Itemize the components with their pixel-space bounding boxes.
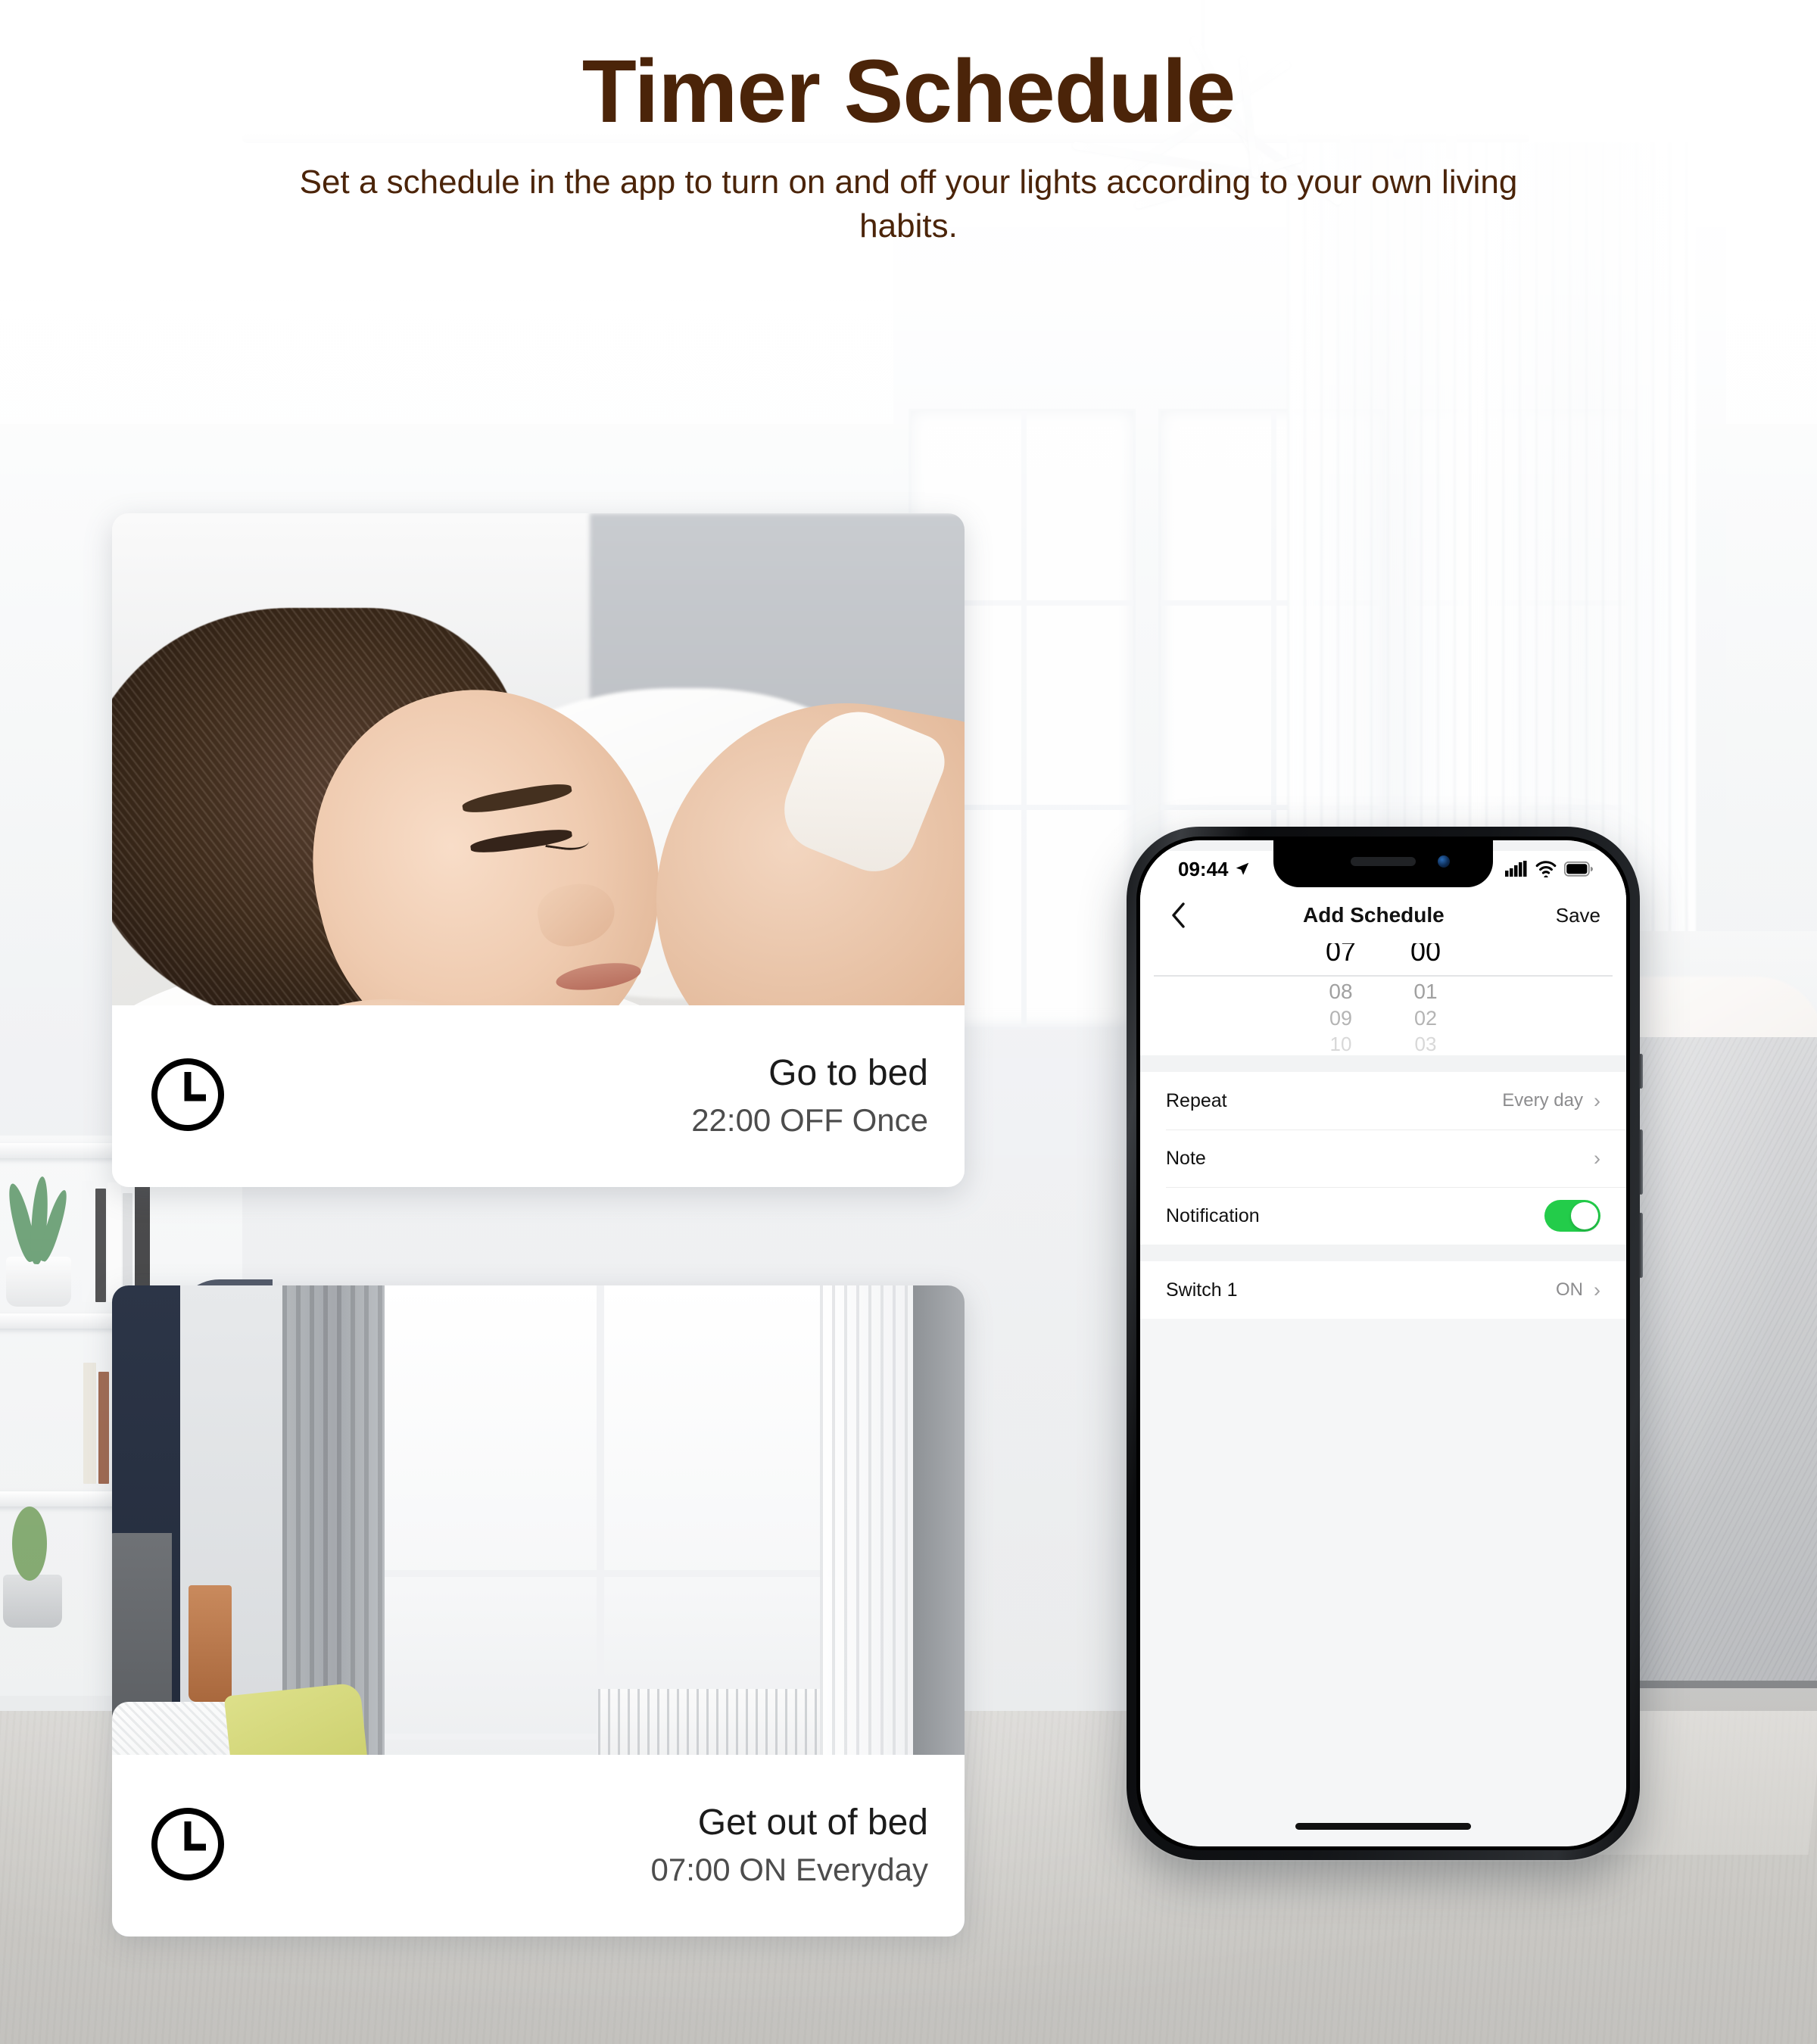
section-gap bbox=[1140, 1245, 1626, 1261]
notification-toggle[interactable] bbox=[1544, 1200, 1600, 1232]
wifi-icon bbox=[1535, 861, 1557, 877]
card-detail: 07:00 ON Everyday bbox=[650, 1851, 928, 1887]
chevron-right-icon: › bbox=[1594, 1089, 1600, 1112]
settings-group-primary: Repeat Every day › Note › Notification bbox=[1140, 1072, 1626, 1245]
phone-frame: 09:44 Add Schedule Save 07 08 09 10 00 0… bbox=[1127, 827, 1643, 1860]
status-icons bbox=[1505, 861, 1593, 877]
cellular-signal-icon bbox=[1505, 861, 1527, 877]
phone-bezel: 09:44 Add Schedule Save 07 08 09 10 00 0… bbox=[1136, 837, 1630, 1850]
toggle-knob bbox=[1571, 1202, 1598, 1229]
phone-notch bbox=[1273, 840, 1493, 887]
row-label: Notification bbox=[1166, 1204, 1260, 1226]
row-control: ON › bbox=[1556, 1279, 1600, 1301]
row-switch-1[interactable]: Switch 1 ON › bbox=[1140, 1261, 1626, 1319]
minute-option[interactable]: 01 bbox=[1383, 980, 1468, 1004]
hour-option[interactable]: 08 bbox=[1298, 980, 1383, 1004]
card-text-block: Go to bed 22:00 OFF Once bbox=[227, 1053, 928, 1139]
clock-icon bbox=[148, 1055, 227, 1138]
earpiece-speaker bbox=[1351, 857, 1416, 866]
row-control: Every day › bbox=[1502, 1090, 1600, 1111]
chevron-right-icon: › bbox=[1594, 1278, 1600, 1301]
app-navigation-bar: Add Schedule Save bbox=[1140, 887, 1626, 943]
settings-group-switch: Switch 1 ON › bbox=[1140, 1261, 1626, 1319]
page-header: Timer Schedule Set a schedule in the app… bbox=[0, 0, 1817, 248]
volume-down-button[interactable] bbox=[1639, 1213, 1643, 1278]
row-repeat[interactable]: Repeat Every day › bbox=[1140, 1072, 1626, 1129]
row-notification[interactable]: Notification bbox=[1140, 1187, 1626, 1245]
hour-option[interactable]: 10 bbox=[1298, 1033, 1383, 1056]
volume-up-button[interactable] bbox=[1639, 1129, 1643, 1195]
row-control: › bbox=[1594, 1148, 1600, 1169]
hour-option[interactable]: 09 bbox=[1298, 1007, 1383, 1030]
save-button[interactable]: Save bbox=[1556, 904, 1600, 927]
chevron-left-icon bbox=[1172, 902, 1185, 928]
back-button[interactable] bbox=[1166, 902, 1192, 928]
home-indicator[interactable] bbox=[1295, 1823, 1471, 1830]
card-text-block: Get out of bed 07:00 ON Everyday bbox=[227, 1803, 928, 1889]
battery-full-icon bbox=[1564, 862, 1593, 877]
empty-content-area bbox=[1140, 1319, 1626, 1846]
card-title: Go to bed bbox=[768, 1052, 928, 1093]
screen-title: Add Schedule bbox=[1303, 903, 1445, 927]
page-title: Timer Schedule bbox=[581, 42, 1236, 142]
clock-icon bbox=[148, 1805, 227, 1887]
row-label: Note bbox=[1166, 1147, 1206, 1169]
row-value: Every day bbox=[1502, 1090, 1583, 1111]
status-time-group: 09:44 bbox=[1178, 858, 1251, 881]
row-label: Switch 1 bbox=[1166, 1279, 1238, 1301]
status-time: 09:44 bbox=[1178, 857, 1229, 880]
minute-option[interactable]: 02 bbox=[1383, 1007, 1468, 1030]
phone-mockup: 09:44 Add Schedule Save 07 08 09 10 00 0… bbox=[1127, 827, 1643, 1860]
row-control bbox=[1544, 1200, 1600, 1232]
location-arrow-icon bbox=[1236, 862, 1248, 875]
section-gap bbox=[1140, 1055, 1626, 1072]
row-label: Repeat bbox=[1166, 1089, 1227, 1111]
card-detail: 22:00 OFF Once bbox=[691, 1101, 928, 1138]
row-note[interactable]: Note › bbox=[1140, 1129, 1626, 1187]
card-caption: Go to bed 22:00 OFF Once bbox=[112, 1005, 965, 1187]
mute-switch[interactable] bbox=[1639, 1054, 1643, 1089]
minute-option[interactable]: 03 bbox=[1383, 1033, 1468, 1056]
row-value: ON bbox=[1556, 1279, 1583, 1300]
schedule-card-go-to-bed[interactable]: Go to bed 22:00 OFF Once bbox=[112, 513, 965, 1187]
card-caption: Get out of bed 07:00 ON Everyday bbox=[112, 1755, 965, 1937]
page-subtitle: Set a schedule in the app to turn on and… bbox=[299, 163, 1518, 245]
schedule-card-get-out-of-bed[interactable]: Get out of bed 07:00 ON Everyday bbox=[112, 1285, 965, 1937]
phone-screen[interactable]: 09:44 Add Schedule Save 07 08 09 10 00 0… bbox=[1140, 840, 1626, 1846]
front-camera bbox=[1438, 855, 1450, 868]
card-title: Get out of bed bbox=[697, 1802, 928, 1843]
chevron-right-icon: › bbox=[1594, 1146, 1600, 1170]
